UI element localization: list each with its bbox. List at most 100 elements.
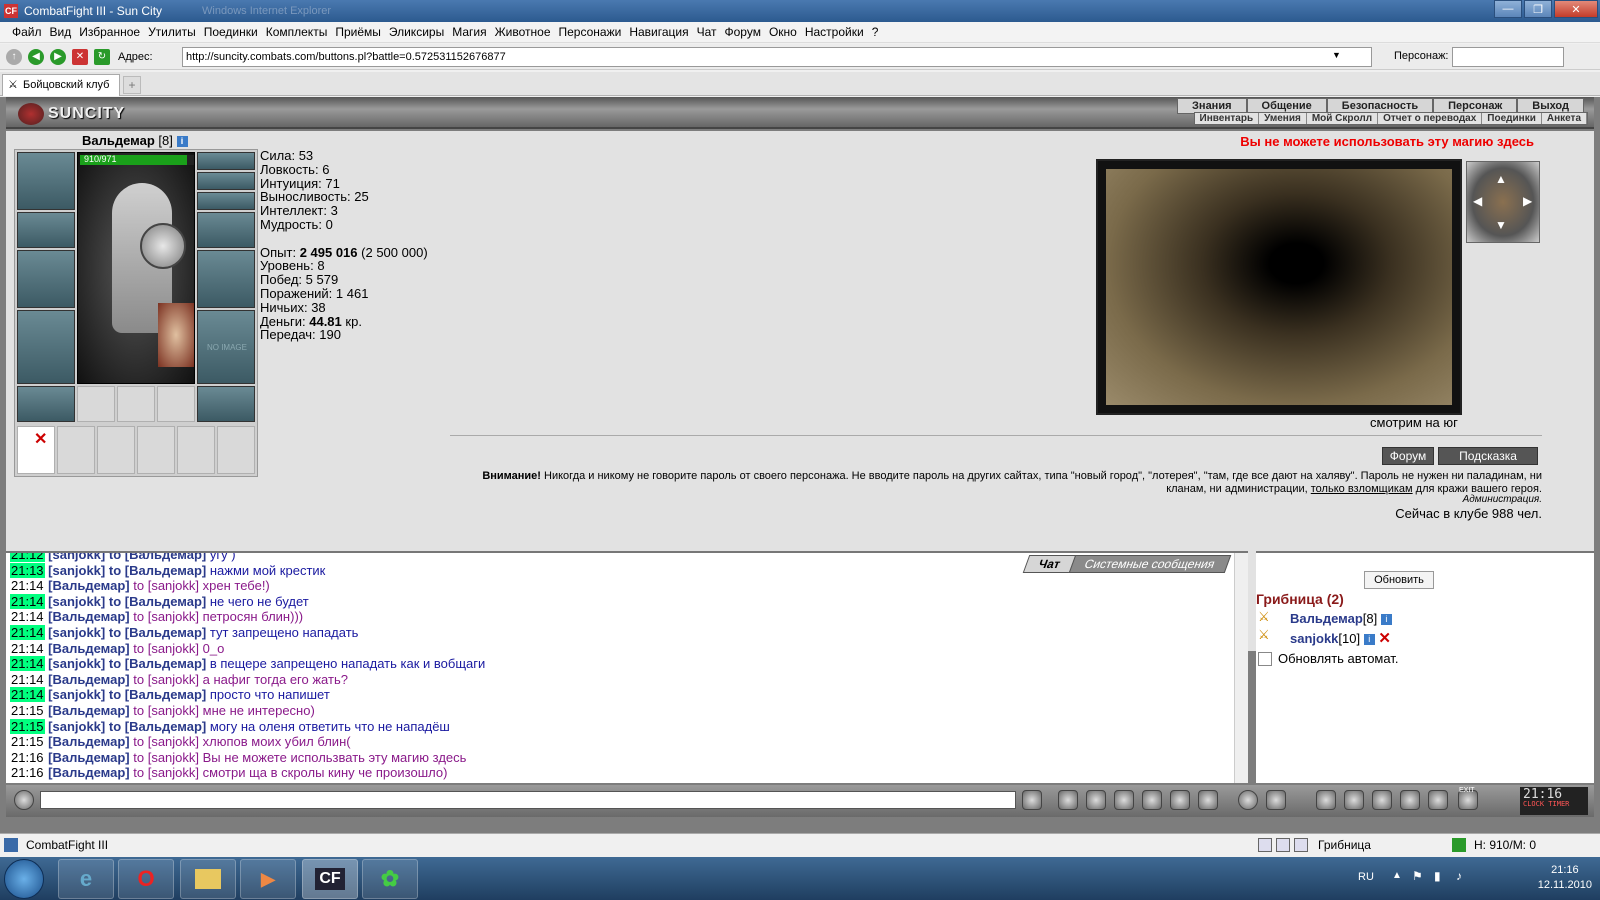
chat-scrollbar[interactable] [1234,553,1248,783]
filter-icon[interactable] [1086,790,1106,810]
arrow-left-icon[interactable]: ◀ [1473,194,1482,208]
message-sender[interactable]: [sanjokk] [48,594,105,609]
translit-icon[interactable] [1170,790,1190,810]
language-indicator[interactable]: RU [1358,871,1374,883]
scroll-slot-4[interactable] [177,426,215,474]
fight-icon[interactable]: ⚔ [1258,609,1270,625]
attack-x-icon[interactable]: ✕ [1378,630,1391,647]
explorer-taskbar-icon[interactable] [180,859,236,899]
menu-inventory[interactable]: Инвентарь [1195,113,1260,124]
earrings-slot[interactable] [197,152,255,170]
player-row[interactable]: ⚔ Вальдемар[8] i [1258,609,1392,626]
back-icon[interactable]: ◀ [28,48,44,65]
menu-file[interactable]: Файл [12,25,42,39]
arrow-up-icon[interactable]: ▲ [1495,172,1507,186]
message-recipient[interactable]: to [sanjokk] [133,750,199,765]
message-sender[interactable]: [Вальдемар] [48,641,129,656]
menu-settings[interactable]: Настройки [805,25,864,39]
message-recipient[interactable]: to [Вальдемар] [109,594,206,609]
menu-profile[interactable]: Анкета [1542,113,1587,124]
helmet-slot[interactable] [17,152,75,210]
message-recipient[interactable]: to [Вальдемар] [109,687,206,702]
persona-select[interactable] [1452,47,1564,67]
scroll-slot-3[interactable] [137,426,175,474]
message-recipient[interactable]: to [sanjokk] [133,578,199,593]
game-clock[interactable]: 21:16 CLOCK TIMER [1520,787,1588,815]
belt-slot[interactable] [17,386,75,422]
address-dropdown-icon[interactable]: ▼ [1332,50,1341,60]
info-icon[interactable]: i [176,136,188,148]
status-refresh-icon[interactable] [1452,838,1466,852]
refresh-icon[interactable]: ↻ [94,48,110,65]
menu-my-scroll[interactable]: Мой Скролл [1307,113,1379,124]
menu-window[interactable]: Окно [769,25,797,39]
smiley-icon[interactable] [1238,790,1258,810]
rune-slot-1[interactable] [77,386,115,422]
ie-taskbar-icon[interactable]: e [58,859,114,899]
action-icon-2[interactable] [1344,790,1364,810]
info-icon[interactable]: i [1380,614,1392,626]
player-name[interactable]: sanjokk [1290,631,1338,646]
chat-input[interactable] [40,791,1016,809]
message-sender[interactable]: [Вальдемар] [48,578,129,593]
icq-taskbar-icon[interactable]: ✿ [362,859,418,899]
up-icon[interactable]: ↑ [6,48,22,65]
rings-slot[interactable] [197,192,255,210]
send-icon[interactable] [1022,790,1042,810]
clan-icon[interactable] [1266,790,1286,810]
message-recipient[interactable]: to [Вальдемар] [109,625,206,640]
stop-icon[interactable]: ✕ [72,48,88,65]
bracers-slot[interactable] [17,212,75,248]
opera-taskbar-icon[interactable]: O [118,859,174,899]
menu-characters[interactable]: Персонажи [559,25,622,39]
menu-utilities[interactable]: Утилиты [148,25,196,39]
save-icon[interactable] [1114,790,1134,810]
arrow-right-icon[interactable]: ▶ [1523,194,1532,208]
character-avatar[interactable]: 910/971 [77,152,195,384]
address-input[interactable]: http://suncity.combats.com/buttons.pl?ba… [182,47,1372,67]
taskbar-clock[interactable]: 21:16 12.11.2010 [1538,863,1592,893]
scroll-slot-1[interactable] [57,426,95,474]
notice-link[interactable]: только взломщикам [1311,483,1413,495]
forum-button[interactable]: Форум [1382,447,1434,465]
chat-mode-icon[interactable] [14,790,34,810]
message-sender[interactable]: [Вальдемар] [48,703,129,718]
message-sender[interactable]: [sanjokk] [48,687,105,702]
status-icon-1[interactable] [1258,838,1272,852]
necklace-slot[interactable] [197,172,255,190]
menu-help[interactable]: ? [872,25,879,39]
weapon-left-slot[interactable] [17,250,75,308]
message-sender[interactable]: [sanjokk] [48,625,105,640]
maximize-button[interactable]: ❐ [1524,0,1552,18]
message-recipient[interactable]: to [Вальдемар] [109,563,206,578]
status-icon-2[interactable] [1276,838,1290,852]
arrow-down-icon[interactable]: ▼ [1495,218,1507,232]
message-recipient[interactable]: to [Вальдемар] [109,719,206,734]
eraser-icon[interactable] [1058,790,1078,810]
close-button[interactable]: ✕ [1554,0,1598,18]
menu-magic[interactable]: Магия [452,25,486,39]
start-button[interactable] [4,859,44,899]
network-icon[interactable]: ▮ [1434,869,1441,883]
menu-duels[interactable]: Поединки [204,25,258,39]
menu-transfers-report[interactable]: Отчет о переводах [1378,113,1483,124]
info-icon[interactable]: i [1363,634,1375,646]
shield-slot[interactable]: NO IMAGE [197,310,255,384]
tab-system-messages[interactable]: Системные сообщения [1069,555,1232,573]
new-tab-button[interactable]: + [123,76,141,94]
gloves-slot[interactable] [197,212,255,248]
player-name[interactable]: Вальдемар [1290,611,1363,626]
message-sender[interactable]: [Вальдемар] [48,672,129,687]
message-sender[interactable]: [sanjokk] [48,719,105,734]
message-sender[interactable]: [Вальдемар] [48,609,129,624]
sound-icon[interactable] [1198,790,1218,810]
volume-icon[interactable]: ♪ [1456,869,1462,883]
checkbox-box[interactable] [1258,651,1272,666]
action-icon-5[interactable] [1428,790,1448,810]
message-recipient[interactable]: to [sanjokk] [133,641,199,656]
pet-owl-image[interactable] [158,303,194,367]
action-icon-4[interactable] [1400,790,1420,810]
cf-taskbar-icon[interactable]: CF [302,859,358,899]
boots-slot[interactable] [197,386,255,422]
status-icon-3[interactable] [1294,838,1308,852]
